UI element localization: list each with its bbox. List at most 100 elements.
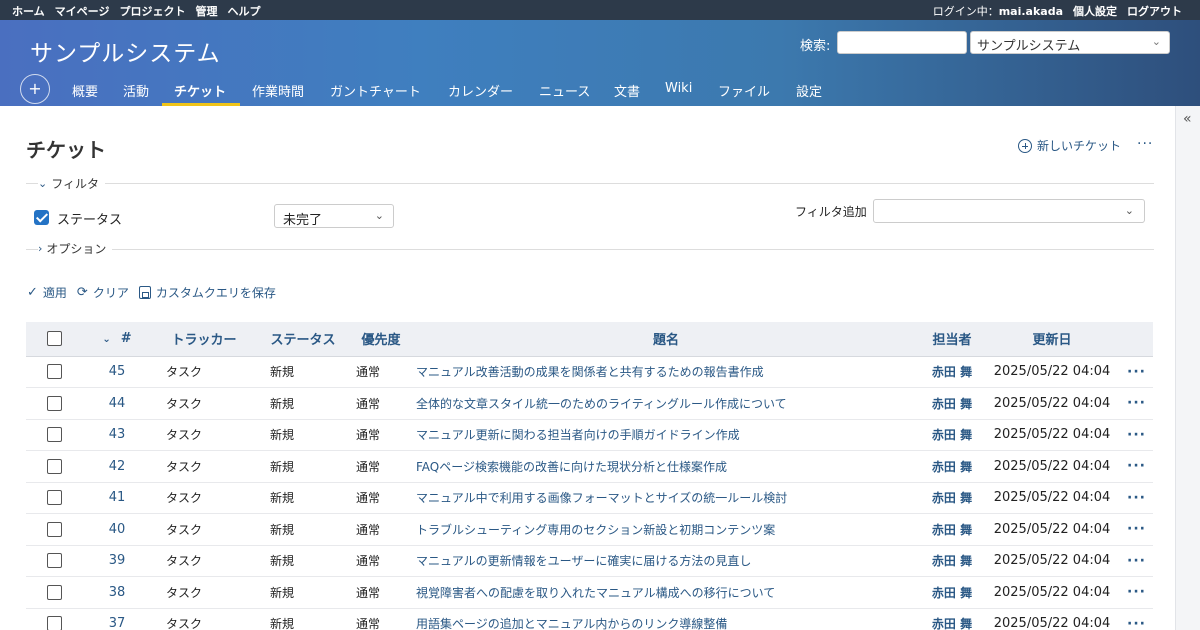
- issue-subject-link[interactable]: マニュアル改善活動の成果を関係者と共有するための報告書作成: [412, 356, 920, 388]
- search-input[interactable]: [837, 31, 967, 54]
- new-object-button[interactable]: +: [20, 74, 50, 104]
- status-filter-checkbox[interactable]: [34, 210, 49, 225]
- issue-id-link[interactable]: 39: [82, 545, 152, 577]
- row-checkbox[interactable]: [46, 490, 62, 506]
- tab-files[interactable]: ファイル: [718, 81, 770, 100]
- table-row[interactable]: 45 タスク 新規 通常 マニュアル改善活動の成果を関係者と共有するための報告書作成 赤田…: [26, 356, 1153, 388]
- top-nav-administration[interactable]: 管理: [195, 3, 217, 19]
- status-operator-select[interactable]: 未完了 ⌄: [274, 204, 394, 228]
- tab-wiki[interactable]: Wiki: [665, 81, 692, 96]
- row-actions-menu[interactable]: ···: [1120, 482, 1153, 514]
- tab-news[interactable]: ニュース: [539, 81, 590, 100]
- issue-subject-link[interactable]: 視覚障害者への配慮を取り入れたマニュアル構成への移行について: [412, 576, 920, 609]
- issue-tracker: タスク: [152, 356, 256, 388]
- top-nav-my-page[interactable]: マイページ: [55, 3, 110, 19]
- issue-assignee-link[interactable]: 赤田 舞: [920, 513, 984, 546]
- row-actions-menu[interactable]: ···: [1120, 545, 1153, 577]
- issue-subject-link[interactable]: マニュアル中で利用する画像フォーマットとサイズの統一ルール検討: [412, 482, 920, 514]
- table-row[interactable]: 41 タスク 新規 通常 マニュアル中で利用する画像フォーマットとサイズの統一ルール検討…: [26, 482, 1153, 514]
- column-priority[interactable]: 優先度: [350, 322, 412, 357]
- row-checkbox[interactable]: [46, 364, 62, 380]
- table-row[interactable]: 44 タスク 新規 通常 全体的な文章スタイル統一のためのライティングルール作成について…: [26, 387, 1153, 420]
- column-updated[interactable]: 更新日: [984, 322, 1120, 357]
- row-select-cell: [26, 387, 82, 420]
- table-header-row: ⌄ # トラッカー ステータス 優先度 題名 担当者 更新日: [26, 322, 1153, 357]
- tab-settings[interactable]: 設定: [796, 81, 822, 100]
- tab-gantt[interactable]: ガントチャート: [330, 81, 421, 100]
- my-account-link[interactable]: 個人設定: [1073, 3, 1117, 19]
- table-row[interactable]: 42 タスク 新規 通常 FAQページ検索機能の改善に向けた現状分析と仕様案作成 赤田 舞…: [26, 450, 1153, 483]
- logout-link[interactable]: ログアウト: [1127, 3, 1182, 19]
- tab-issues[interactable]: チケット: [174, 81, 226, 100]
- table-row[interactable]: 40 タスク 新規 通常 トラブルシューティング専用のセクション新設と初期コンテンツ案赤…: [26, 513, 1153, 546]
- sidebar-toggle[interactable]: «: [1175, 106, 1200, 630]
- new-issue-link[interactable]: 新しいチケット: [1018, 137, 1121, 154]
- row-actions-menu[interactable]: ···: [1120, 608, 1153, 630]
- issue-subject-link[interactable]: マニュアル更新に関わる担当者向けの手順ガイドライン作成: [412, 419, 920, 451]
- issue-status: 新規: [256, 356, 350, 388]
- row-checkbox[interactable]: [46, 427, 62, 443]
- issue-id-link[interactable]: 42: [82, 450, 152, 483]
- row-actions-menu[interactable]: ···: [1120, 419, 1153, 451]
- tab-calendar[interactable]: カレンダー: [448, 81, 513, 100]
- tab-spent-time[interactable]: 作業時間: [252, 81, 304, 100]
- row-actions-menu[interactable]: ···: [1120, 576, 1153, 609]
- column-status[interactable]: ステータス: [256, 322, 350, 357]
- issue-subject-link[interactable]: マニュアルの更新情報をユーザーに確実に届ける方法の見直し: [412, 545, 920, 577]
- apply-button[interactable]: ✓ 適用: [27, 284, 67, 301]
- issue-assignee-link[interactable]: 赤田 舞: [920, 356, 984, 388]
- save-query-button[interactable]: カスタムクエリを保存: [138, 284, 276, 301]
- row-checkbox[interactable]: [46, 584, 62, 600]
- select-all-checkbox[interactable]: [46, 331, 62, 347]
- issue-assignee-link[interactable]: 赤田 舞: [920, 545, 984, 577]
- options-toggle[interactable]: › オプション: [38, 240, 113, 257]
- top-nav-projects[interactable]: プロジェクト: [119, 3, 185, 19]
- table-row[interactable]: 39 タスク 新規 通常 マニュアルの更新情報をユーザーに確実に届ける方法の見直し 赤田 …: [26, 545, 1153, 577]
- table-row[interactable]: 38 タスク 新規 通常 視覚障害者への配慮を取り入れたマニュアル構成への移行について赤…: [26, 576, 1153, 609]
- row-checkbox[interactable]: [46, 616, 62, 630]
- column-subject[interactable]: 題名: [412, 322, 920, 357]
- issue-assignee-link[interactable]: 赤田 舞: [920, 576, 984, 609]
- tab-documents[interactable]: 文書: [614, 81, 640, 100]
- row-checkbox[interactable]: [46, 395, 62, 411]
- row-actions-menu[interactable]: ···: [1120, 356, 1153, 388]
- clear-button[interactable]: ⟳ クリア: [77, 284, 129, 301]
- logged-in-user[interactable]: mai.akada: [999, 5, 1063, 18]
- row-actions-menu[interactable]: ···: [1120, 513, 1153, 546]
- issue-assignee-link[interactable]: 赤田 舞: [920, 608, 984, 630]
- issue-assignee-link[interactable]: 赤田 舞: [920, 482, 984, 514]
- issue-subject-link[interactable]: 全体的な文章スタイル統一のためのライティングルール作成について: [412, 387, 920, 420]
- issue-id-link[interactable]: 45: [82, 356, 152, 388]
- issue-id-link[interactable]: 37: [82, 608, 152, 630]
- row-checkbox[interactable]: [46, 521, 62, 537]
- table-row[interactable]: 43 タスク 新規 通常 マニュアル更新に関わる担当者向けの手順ガイドライン作成 赤田 舞…: [26, 419, 1153, 451]
- column-assignee[interactable]: 担当者: [920, 322, 984, 357]
- top-nav-help[interactable]: ヘルプ: [227, 3, 260, 19]
- tab-overview[interactable]: 概要: [72, 81, 98, 100]
- row-checkbox[interactable]: [46, 553, 62, 569]
- top-nav-home[interactable]: ホーム: [12, 3, 45, 19]
- column-tracker[interactable]: トラッカー: [152, 322, 256, 357]
- add-filter-select[interactable]: ⌄: [873, 199, 1145, 223]
- issue-subject-link[interactable]: 用語集ページの追加とマニュアル内からのリンク導線整備: [412, 608, 920, 630]
- issue-assignee-link[interactable]: 赤田 舞: [920, 419, 984, 451]
- issue-id-link[interactable]: 43: [82, 419, 152, 451]
- issue-assignee-link[interactable]: 赤田 舞: [920, 450, 984, 483]
- page-more-menu[interactable]: ···: [1137, 136, 1153, 152]
- column-id[interactable]: ⌄ #: [82, 322, 152, 357]
- issue-subject-link[interactable]: トラブルシューティング専用のセクション新設と初期コンテンツ案: [412, 513, 920, 546]
- row-actions-menu[interactable]: ···: [1120, 450, 1153, 483]
- row-checkbox[interactable]: [46, 458, 62, 474]
- tab-activity[interactable]: 活動: [123, 81, 149, 100]
- issue-assignee-link[interactable]: 赤田 舞: [920, 387, 984, 420]
- project-jump-select[interactable]: サンプルシステム ⌄: [970, 31, 1170, 54]
- issue-id-link[interactable]: 40: [82, 513, 152, 546]
- issue-id-link[interactable]: 38: [82, 576, 152, 609]
- issue-id-link[interactable]: 44: [82, 387, 152, 420]
- issue-status: 新規: [256, 482, 350, 514]
- table-row[interactable]: 37 タスク 新規 通常 用語集ページの追加とマニュアル内からのリンク導線整備 赤田 舞2…: [26, 608, 1153, 630]
- issue-subject-link[interactable]: FAQページ検索機能の改善に向けた現状分析と仕様案作成: [412, 450, 920, 483]
- filters-toggle[interactable]: ⌄ フィルタ: [38, 175, 105, 192]
- issue-id-link[interactable]: 41: [82, 482, 152, 514]
- row-actions-menu[interactable]: ···: [1120, 387, 1153, 420]
